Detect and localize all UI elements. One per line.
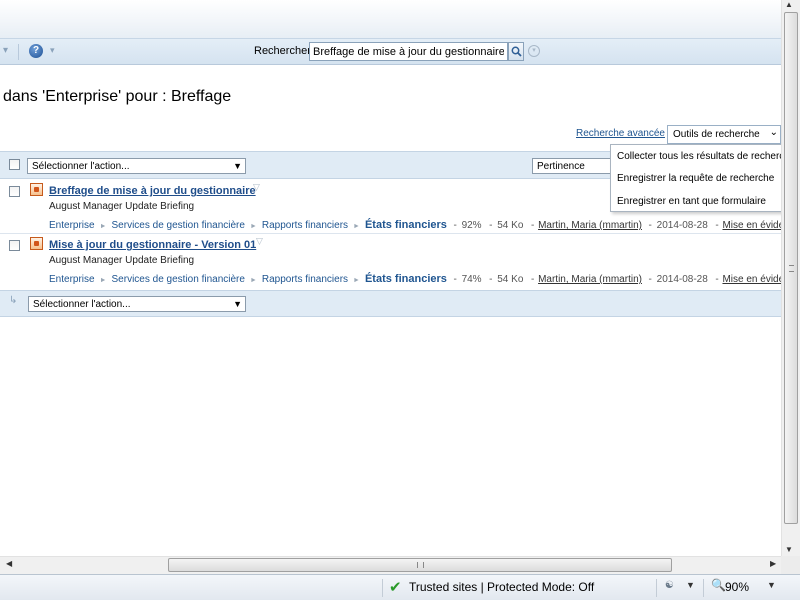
select-action-label: Sélectionner l'action... <box>33 299 131 310</box>
select-action-label: Sélectionner l'action... <box>32 161 130 172</box>
sort-by-label: Pertinence <box>537 161 585 172</box>
horizontal-scroll-thumb[interactable] <box>168 558 672 572</box>
page-header-band <box>0 0 781 38</box>
select-action-dropdown[interactable]: Sélectionner l'action... ▼ <box>28 296 246 312</box>
chevron-down-icon: ▼ <box>233 299 242 309</box>
protected-mode-icon[interactable]: ☯ <box>665 580 674 591</box>
toolbar-divider <box>18 44 19 60</box>
search-options-icon[interactable]: ▾ <box>528 45 540 57</box>
breadcrumb-item[interactable]: Rapports financiers <box>262 220 348 231</box>
results-heading: dans 'Enterprise' pour : Breffage <box>3 88 232 105</box>
advanced-search-link[interactable]: Recherche avancée <box>576 128 665 139</box>
result-menu-chevron-icon[interactable]: ▽ <box>253 182 260 193</box>
breadcrumb-item[interactable]: Enterprise <box>49 274 95 285</box>
menu-item-save-as-form[interactable]: Enregistrer en tant que formulaire <box>617 196 766 207</box>
scroll-left-arrow-icon[interactable]: ◀ <box>6 559 12 568</box>
vertical-scroll-thumb[interactable] <box>784 12 798 524</box>
return-arrow-icon: ↳ <box>9 295 18 306</box>
chevron-right-icon: ► <box>249 223 257 230</box>
select-action-dropdown[interactable]: Sélectionner l'action... ▼ <box>27 158 246 174</box>
check-icon: ✔ <box>389 579 402 596</box>
sort-by-dropdown[interactable]: Pertinence <box>532 158 612 174</box>
result-size: 54 Ko <box>497 274 524 285</box>
meta-separator: - <box>712 220 722 231</box>
result-relevance: 92% <box>461 220 482 231</box>
bottom-action-bar: ↳ Sélectionner l'action... ▼ <box>0 290 781 317</box>
result-description: August Manager Update Briefing <box>49 255 195 266</box>
meta-separator: - <box>645 220 655 231</box>
search-input[interactable] <box>309 42 508 61</box>
meta-separator: - <box>528 274 538 285</box>
chevron-down-icon[interactable]: ▼ <box>767 580 776 590</box>
search-button[interactable] <box>508 42 524 61</box>
result-relevance: 74% <box>461 274 482 285</box>
breadcrumb-item[interactable]: Rapports financiers <box>262 274 348 285</box>
select-all-checkbox[interactable] <box>9 159 20 170</box>
result-meta: Enterprise ► Services de gestion financièr… <box>49 273 800 285</box>
chevron-down-icon: ▼ <box>233 161 242 171</box>
search-tools-menu: Collecter tous les résultats de recherch… <box>610 144 795 212</box>
status-divider <box>656 579 657 597</box>
meta-separator: - <box>486 220 496 231</box>
result-author-link[interactable]: Martin, Maria (mmartin) <box>538 220 642 231</box>
result-date: 2014-08-28 <box>656 220 708 231</box>
result-checkbox[interactable] <box>9 240 20 251</box>
chevron-right-icon: ► <box>353 223 360 230</box>
result-description: August Manager Update Briefing <box>49 201 195 212</box>
chevron-down-icon: ⌄ <box>769 127 778 138</box>
chevron-right-icon: ► <box>249 277 257 284</box>
status-divider <box>703 579 704 597</box>
document-icon <box>30 237 43 250</box>
scroll-grip-icon <box>417 562 424 568</box>
meta-separator: - <box>712 274 722 285</box>
scroll-grip-icon <box>789 265 794 272</box>
help-icon[interactable]: ? <box>29 44 43 58</box>
menu-item-collect-results[interactable]: Collecter tous les résultats de recherch… <box>617 151 795 162</box>
result-meta: Enterprise ► Services de gestion financièr… <box>49 219 800 231</box>
meta-separator: - <box>528 220 538 231</box>
breadcrumb-item-current[interactable]: États financiers <box>365 219 447 231</box>
breadcrumb-item-current[interactable]: États financiers <box>365 273 447 285</box>
result-title-link[interactable]: Breffage de mise à jour du gestionnaire <box>49 185 256 197</box>
result-author-link[interactable]: Martin, Maria (mmartin) <box>538 274 642 285</box>
search-icon <box>511 46 522 57</box>
status-divider <box>382 579 383 597</box>
meta-separator: - <box>450 274 460 285</box>
result-item: Mise à jour du gestionnaire - Version 01… <box>0 233 800 287</box>
document-icon <box>30 183 43 196</box>
zoom-level[interactable]: 90% <box>725 580 749 594</box>
meta-separator: - <box>450 220 460 231</box>
scroll-right-arrow-icon[interactable]: ▶ <box>770 559 776 568</box>
result-checkbox[interactable] <box>9 186 20 197</box>
result-menu-chevron-icon[interactable]: ▽ <box>256 236 263 247</box>
chevron-right-icon: ► <box>99 277 107 284</box>
result-size: 54 Ko <box>497 220 524 231</box>
help-menu-chevron-icon[interactable]: ▾ <box>50 45 55 56</box>
menu-item-save-query[interactable]: Enregistrer la requête de recherche <box>617 173 774 184</box>
scrollbar-corner <box>781 556 800 574</box>
breadcrumb-item[interactable]: Services de gestion financière <box>112 274 245 285</box>
scroll-down-arrow-icon[interactable]: ▼ <box>785 545 793 554</box>
search-label: Rechercher <box>254 45 311 57</box>
security-zone-text[interactable]: Trusted sites | Protected Mode: Off <box>409 580 594 594</box>
search-tools-select-label: Outils de recherche <box>673 129 760 140</box>
scroll-up-arrow-icon[interactable]: ▲ <box>785 0 793 9</box>
meta-separator: - <box>486 274 496 285</box>
zoom-icon[interactable]: 🔍 <box>711 578 726 592</box>
search-toolbar: ▾ ? ▾ Rechercher ▾ <box>0 38 781 65</box>
chevron-right-icon: ► <box>99 223 107 230</box>
chevron-down-icon[interactable]: ▼ <box>686 580 695 590</box>
result-date: 2014-08-28 <box>656 274 708 285</box>
search-tools-select[interactable]: Outils de recherche ⌄ <box>667 125 781 144</box>
chevron-right-icon: ► <box>353 277 360 284</box>
chevron-down-icon[interactable]: ▾ <box>3 45 8 56</box>
result-title-link[interactable]: Mise à jour du gestionnaire - Version 01 <box>49 239 256 251</box>
meta-separator: - <box>645 274 655 285</box>
breadcrumb-item[interactable]: Services de gestion financière <box>112 220 245 231</box>
breadcrumb-item[interactable]: Enterprise <box>49 220 95 231</box>
